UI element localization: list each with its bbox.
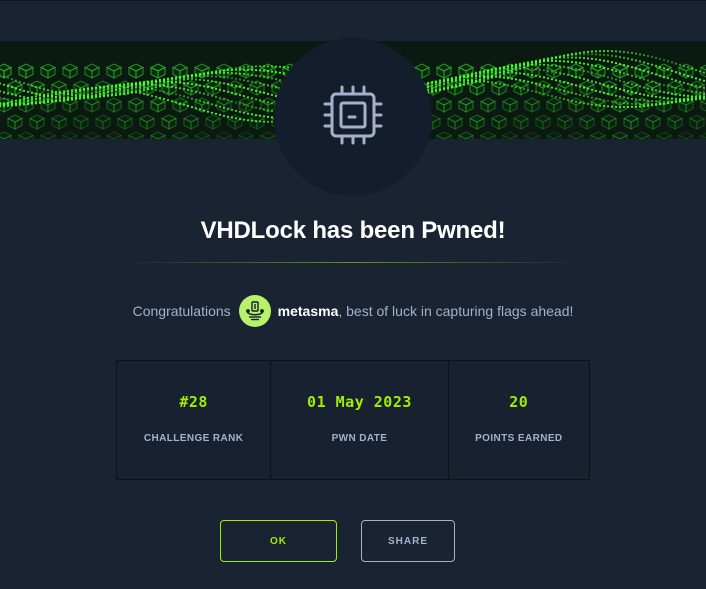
stat-value: #28 — [179, 393, 208, 411]
stat-label: POINTS EARNED — [475, 433, 563, 444]
congrats-suffix: , best of luck in capturing flags ahead! — [338, 303, 574, 319]
stat-label: CHALLENGE RANK — [143, 433, 244, 444]
cpu-chip-icon — [322, 84, 384, 151]
stat-challenge-rank: #28 CHALLENGE RANK — [117, 361, 272, 479]
modal-title: VHDLock has been Pwned! — [200, 217, 506, 244]
divider — [123, 262, 583, 263]
user-avatar-icon — [238, 295, 271, 327]
congrats-prefix: Congratulations — [132, 303, 231, 319]
stat-value: 20 — [509, 393, 529, 411]
stat-points-earned: 20 POINTS EARNED — [449, 361, 589, 479]
stat-label: PWN DATE — [331, 433, 388, 444]
challenge-icon-circle — [274, 38, 432, 196]
ok-button[interactable]: OK — [220, 520, 337, 562]
stat-value: 01 May 2023 — [307, 393, 412, 411]
username-link[interactable]: metasma — [278, 303, 339, 319]
stats-panel: #28 CHALLENGE RANK 01 May 2023 PWN DATE … — [116, 360, 590, 480]
share-button[interactable]: SHARE — [361, 520, 455, 562]
pwned-modal: VHDLock has been Pwned! Congratulations … — [0, 0, 706, 589]
congrats-message: Congratulations metasma , best of luck i… — [0, 295, 706, 327]
stat-pwn-date: 01 May 2023 PWN DATE — [271, 361, 449, 479]
